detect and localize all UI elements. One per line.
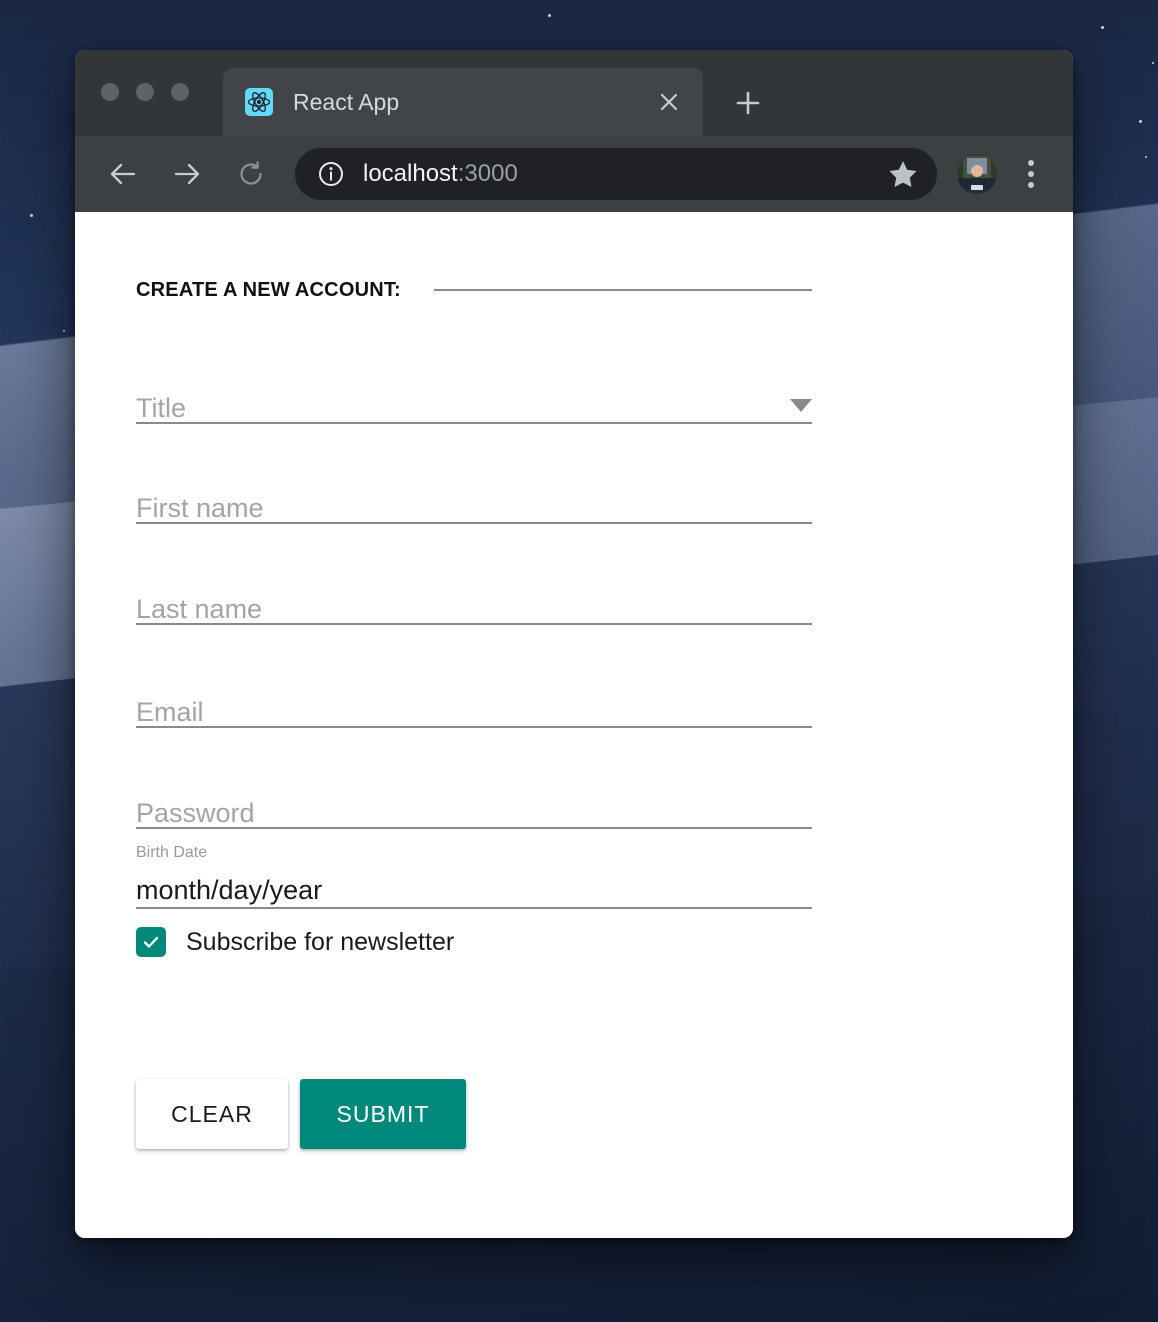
url-port: :3000 (457, 160, 518, 187)
first-name-placeholder: First name (136, 493, 264, 523)
clear-button[interactable]: CLEAR (136, 1079, 288, 1149)
react-logo-icon (245, 88, 273, 116)
chevron-down-icon[interactable] (790, 399, 812, 412)
address-bar[interactable]: localhost:3000 (295, 148, 937, 200)
browser-tab[interactable]: React App (223, 68, 703, 136)
arrow-left-icon[interactable] (97, 148, 149, 200)
form-heading-row: CREATE A NEW ACCOUNT: (136, 274, 812, 306)
last-name-placeholder: Last name (136, 594, 263, 624)
birth-date-label: Birth Date (136, 844, 208, 861)
title-select-placeholder: Title (136, 393, 187, 423)
form-actions: CLEAR SUBMIT (136, 1079, 812, 1149)
window-traffic-lights (101, 83, 189, 101)
first-name-input[interactable]: First name (136, 474, 812, 524)
tab-title: React App (293, 88, 400, 115)
reload-icon[interactable] (225, 148, 277, 200)
title-select[interactable]: Title (136, 372, 812, 424)
newsletter-checkbox[interactable] (136, 927, 166, 957)
browser-toolbar: localhost:3000 (75, 136, 1073, 212)
browser-window: React App localhost:3000 CREATE A NEW AC… (75, 50, 1073, 1238)
password-placeholder: Password (136, 798, 255, 828)
three-dot-menu-icon[interactable] (1011, 150, 1051, 198)
page-content: CREATE A NEW ACCOUNT: Title First name L… (75, 212, 1073, 1238)
heading-divider (433, 289, 812, 291)
birth-date-value: month/day/year (136, 875, 323, 905)
window-minimize-button[interactable] (136, 83, 154, 101)
menu-dot (1028, 160, 1034, 166)
arrow-right-icon[interactable] (161, 148, 213, 200)
check-icon (143, 936, 159, 948)
star-icon[interactable] (885, 156, 921, 192)
birth-date-input[interactable]: Birth Date month/day/year (136, 839, 812, 909)
email-placeholder: Email (136, 697, 204, 727)
email-input[interactable]: Email (136, 678, 812, 728)
window-close-button[interactable] (101, 83, 119, 101)
avatar[interactable] (957, 154, 997, 194)
close-icon[interactable] (649, 82, 689, 122)
address-bar-url: localhost:3000 (363, 160, 885, 188)
menu-dot (1028, 171, 1034, 177)
newsletter-label: Subscribe for newsletter (186, 927, 455, 956)
create-account-form: CREATE A NEW ACCOUNT: Title First name L… (136, 274, 812, 1149)
info-circle-icon[interactable] (317, 160, 345, 188)
url-host: localhost (363, 160, 458, 187)
page-title: CREATE A NEW ACCOUNT: (136, 278, 401, 301)
browser-tab-strip: React App (75, 50, 1073, 136)
submit-button[interactable]: SUBMIT (300, 1079, 466, 1149)
new-tab-button[interactable] (725, 80, 771, 126)
window-maximize-button[interactable] (171, 83, 189, 101)
newsletter-row[interactable]: Subscribe for newsletter (136, 927, 812, 957)
last-name-input[interactable]: Last name (136, 575, 812, 625)
password-input[interactable]: Password (136, 779, 812, 829)
menu-dot (1028, 182, 1034, 188)
